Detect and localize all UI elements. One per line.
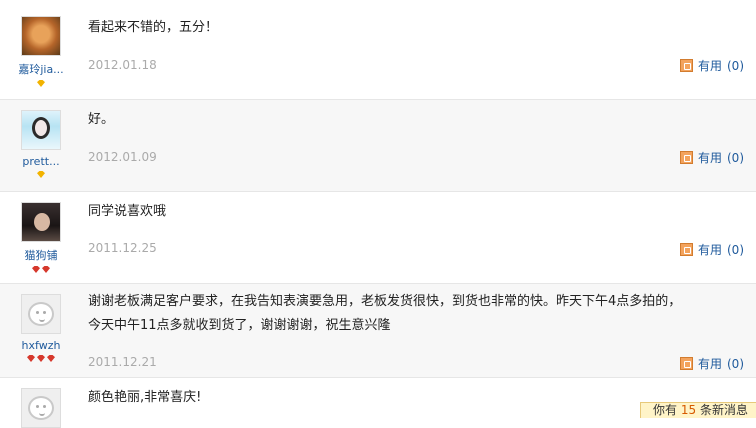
avatar[interactable]	[21, 16, 61, 56]
review-item: hxfwzh 谢谢老板满足客户要求，在我告知表演要急用，老板发货很快，到货也非常…	[0, 284, 756, 378]
red-diamond-icon	[37, 355, 45, 362]
username-link[interactable]: 嘉玲jia...	[9, 61, 73, 77]
yellow-diamond-icon	[37, 80, 45, 87]
yellow-diamond-icon	[37, 171, 45, 178]
useful-count: (0)	[727, 58, 744, 73]
notice-suffix: 条新消息	[699, 403, 748, 417]
review-date: 2012.01.09	[88, 150, 157, 164]
useful-label: 有用	[697, 243, 722, 257]
red-diamond-icon	[32, 266, 40, 273]
useful-button[interactable]: 有用 (0)	[679, 149, 744, 166]
review-date: 2011.12.25	[88, 241, 157, 255]
useful-button[interactable]: 有用 (0)	[679, 355, 744, 372]
red-diamond-icon	[42, 266, 50, 273]
avatar[interactable]	[21, 294, 61, 334]
default-avatar-icon	[28, 396, 54, 420]
useful-count: (0)	[727, 150, 744, 165]
rank-badges	[9, 353, 73, 363]
useful-label: 有用	[697, 59, 722, 73]
review-text: 好。	[88, 112, 115, 127]
review-text-line: 今天中午11点多就收到货了，谢谢谢谢，祝生意兴隆	[88, 318, 391, 333]
avatar[interactable]	[21, 202, 61, 242]
username-link[interactable]: prett...	[9, 155, 73, 168]
review-item: 猫狗铺 同学说喜欢哦 2011.12.25 有用 (0)	[0, 192, 756, 284]
rank-badges	[9, 78, 73, 88]
reviewer-info: 猫狗铺	[9, 202, 73, 274]
review-date: 2012.01.18	[88, 58, 157, 72]
useful-count: (0)	[727, 356, 744, 371]
useful-button[interactable]: 有用 (0)	[679, 241, 744, 258]
review-date: 2011.12.21	[88, 355, 157, 369]
new-message-notice[interactable]: 你有 15 条新消息	[640, 402, 756, 418]
reviewer-info: prett...	[9, 110, 73, 179]
reviewer-info: 嘉玲jia...	[9, 16, 73, 88]
review-text: 看起来不错的，五分！	[88, 20, 219, 35]
review-text: 谢谢老板满足客户要求，在我告知表演要急用，老板发货很快，到货也非常的快。昨天下午…	[88, 290, 728, 338]
rank-badges	[9, 169, 73, 179]
rank-badges	[9, 264, 73, 274]
avatar[interactable]	[21, 110, 61, 150]
avatar[interactable]	[21, 388, 61, 428]
review-item: 嘉玲jia... 看起来不错的，五分！ 2012.01.18 有用 (0)	[0, 0, 756, 100]
useful-icon	[679, 59, 693, 72]
useful-label: 有用	[697, 151, 722, 165]
default-avatar-icon	[28, 302, 54, 326]
useful-icon	[679, 151, 693, 164]
useful-icon	[679, 243, 693, 256]
review-text: 同学说喜欢哦	[88, 204, 167, 219]
reviewer-info: hxfwzh	[9, 294, 73, 363]
useful-button[interactable]: 有用 (0)	[679, 57, 744, 74]
useful-label: 有用	[697, 357, 722, 371]
review-text-line: 谢谢老板满足客户要求，在我告知表演要急用，老板发货很快，到货也非常的快。昨天下午…	[88, 294, 682, 309]
reviewer-info	[9, 388, 73, 428]
useful-icon	[679, 357, 693, 370]
notice-count: 15	[680, 403, 697, 417]
red-diamond-icon	[27, 355, 35, 362]
review-item: prett... 好。 2012.01.09 有用 (0)	[0, 100, 756, 192]
useful-count: (0)	[727, 242, 744, 257]
username-link[interactable]: hxfwzh	[9, 339, 73, 352]
notice-prefix: 你有	[653, 403, 678, 417]
review-text: 颜色艳丽,非常喜庆!	[88, 390, 202, 405]
username-link[interactable]: 猫狗铺	[9, 247, 73, 263]
red-diamond-icon	[47, 355, 55, 362]
